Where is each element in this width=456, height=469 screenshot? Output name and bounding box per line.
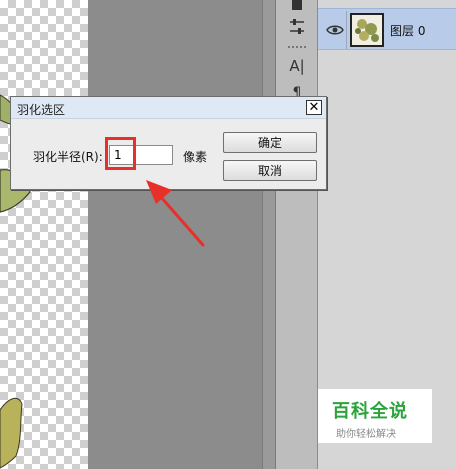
watermark: 百科全说 助你轻松解决 [318, 389, 432, 443]
watermark-title: 百科全说 [332, 401, 408, 422]
watermark-subtitle: 助你轻松解决 [336, 429, 396, 440]
